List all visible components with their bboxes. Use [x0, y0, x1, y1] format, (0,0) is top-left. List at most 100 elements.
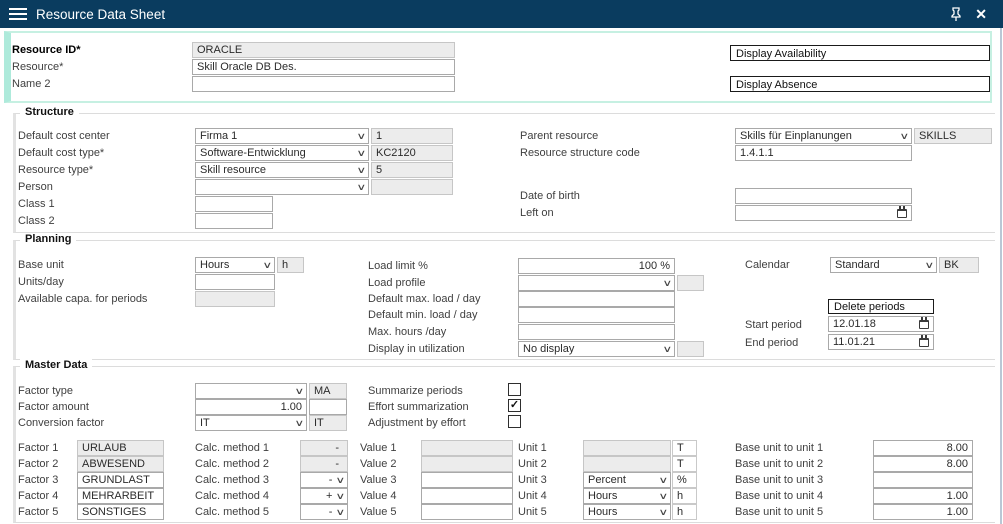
base-unit1-input[interactable]	[873, 440, 973, 456]
chevron-down-icon: ∨	[295, 387, 305, 396]
resource-structure-code-input[interactable]	[735, 145, 912, 161]
calc-method1-label: Calc. method 1	[195, 442, 269, 454]
calendar-icon[interactable]	[919, 338, 929, 347]
conversion-factor-dropdown[interactable]: IT ∨	[195, 415, 307, 431]
resource-structure-code-label: Resource structure code	[520, 147, 640, 159]
menu-icon[interactable]	[9, 8, 27, 20]
adjustment-by-effort-label: Adjustment by effort	[368, 417, 466, 429]
available-capa-label: Available capa. for periods	[18, 293, 147, 305]
resource-name-input[interactable]	[192, 59, 455, 75]
chevron-down-icon: ∨	[263, 261, 273, 270]
base-unit3-input[interactable]	[873, 472, 973, 488]
effort-summarization-checkbox[interactable]: ✓	[508, 399, 521, 412]
calendar-icon[interactable]	[897, 209, 907, 218]
end-period-input[interactable]: 11.01.21	[828, 334, 934, 350]
calc-method4-value: +	[305, 490, 335, 502]
unit1-field	[583, 440, 671, 456]
end-period-label: End period	[745, 337, 798, 349]
default-min-load-input[interactable]	[518, 307, 675, 323]
display-absence-button[interactable]: Display Absence	[730, 76, 990, 92]
chevron-down-icon: ∨	[659, 508, 669, 517]
date-of-birth-input[interactable]	[735, 188, 912, 204]
unit3-code: %	[672, 472, 697, 488]
factor4-input[interactable]	[77, 488, 164, 504]
pin-icon[interactable]	[949, 7, 963, 22]
factor-type-code	[309, 383, 347, 399]
base-unit-value: Hours	[200, 259, 262, 271]
start-period-label: Start period	[745, 319, 802, 331]
factor2-label: Factor 2	[18, 458, 58, 470]
unit4-dropdown[interactable]: Hours ∨	[583, 488, 671, 504]
value5-input[interactable]	[421, 504, 513, 520]
delete-periods-button[interactable]: Delete periods	[828, 299, 934, 314]
effort-summarization-label: Effort summarization	[368, 401, 469, 413]
value4-input[interactable]	[421, 488, 513, 504]
unit3-value: Percent	[588, 474, 658, 486]
base-unit-label: Base unit	[18, 259, 64, 271]
factor-type-dropdown[interactable]: ∨	[195, 383, 307, 399]
chevron-down-icon: ∨	[357, 166, 367, 175]
chevron-down-icon: ∨	[925, 261, 935, 270]
calendar-icon[interactable]	[919, 320, 929, 329]
unit4-code: h	[672, 488, 697, 504]
close-icon[interactable]: ✕	[975, 7, 987, 21]
resource-type-dropdown[interactable]: Skill resource ∨	[195, 162, 369, 178]
factor-amount-input[interactable]	[195, 399, 307, 415]
chevron-down-icon: ∨	[336, 492, 346, 501]
units-day-input[interactable]	[195, 274, 275, 290]
calc-method1-field	[300, 440, 348, 456]
unit5-dropdown[interactable]: Hours ∨	[583, 504, 671, 520]
calendar-dropdown[interactable]: Standard ∨	[830, 257, 937, 273]
adjustment-by-effort-checkbox[interactable]	[508, 415, 521, 428]
default-cost-type-code	[371, 145, 453, 161]
max-hours-day-input[interactable]	[518, 324, 675, 340]
chevron-down-icon: ∨	[295, 419, 305, 428]
calendar-label: Calendar	[745, 259, 790, 271]
parent-resource-code	[914, 128, 992, 144]
unit3-dropdown[interactable]: Percent ∨	[583, 472, 671, 488]
load-limit-input[interactable]	[518, 258, 675, 274]
window-right-border	[1000, 28, 1002, 524]
factor-amount-label: Factor amount	[18, 401, 89, 413]
end-period-value: 11.01.21	[833, 336, 875, 348]
value3-input[interactable]	[421, 472, 513, 488]
display-in-utilization-label: Display in utilization	[368, 343, 465, 355]
base-unit4-input[interactable]	[873, 488, 973, 504]
parent-resource-dropdown[interactable]: Skills für Einplanungen ∨	[735, 128, 912, 144]
default-max-load-input[interactable]	[518, 291, 675, 307]
calendar-code	[939, 257, 979, 273]
left-on-label: Left on	[520, 207, 554, 219]
unit5-value: Hours	[588, 506, 658, 518]
display-in-utilization-dropdown[interactable]: No display ∨	[518, 341, 675, 357]
summarize-periods-checkbox[interactable]	[508, 383, 521, 396]
factor3-input[interactable]	[77, 472, 164, 488]
display-availability-button[interactable]: Display Availability	[730, 45, 990, 61]
factor5-input[interactable]	[77, 504, 164, 520]
value5-label: Value 5	[360, 506, 397, 518]
calc-method5-value: -	[305, 506, 335, 518]
chevron-down-icon: ∨	[663, 345, 673, 354]
conversion-factor-label: Conversion factor	[18, 417, 104, 429]
load-profile-dropdown[interactable]: ∨	[518, 275, 675, 291]
unit2-label: Unit 2	[518, 458, 547, 470]
start-period-input[interactable]: 12.01.18	[828, 316, 934, 332]
left-on-input[interactable]	[735, 205, 912, 221]
calc-method5-dropdown[interactable]: - ∨	[300, 504, 348, 520]
structure-legend: Structure	[20, 106, 79, 118]
default-cost-center-dropdown[interactable]: Firma 1 ∨	[195, 128, 369, 144]
calc-method3-label: Calc. method 3	[195, 474, 269, 486]
calc-method4-dropdown[interactable]: + ∨	[300, 488, 348, 504]
person-dropdown[interactable]: ∨	[195, 179, 369, 195]
calc-method3-dropdown[interactable]: - ∨	[300, 472, 348, 488]
check-icon: ✓	[510, 400, 519, 411]
load-profile-code	[677, 275, 704, 291]
base-unit2-input[interactable]	[873, 456, 973, 472]
resource-id-label: Resource ID*	[12, 44, 80, 56]
unit5-code: h	[672, 504, 697, 520]
base-unit5-input[interactable]	[873, 504, 973, 520]
base-unit-dropdown[interactable]: Hours ∨	[195, 257, 275, 273]
default-cost-type-dropdown[interactable]: Software-Entwicklung ∨	[195, 145, 369, 161]
class2-input[interactable]	[195, 213, 273, 229]
name2-input[interactable]	[192, 76, 455, 92]
class1-input[interactable]	[195, 196, 273, 212]
